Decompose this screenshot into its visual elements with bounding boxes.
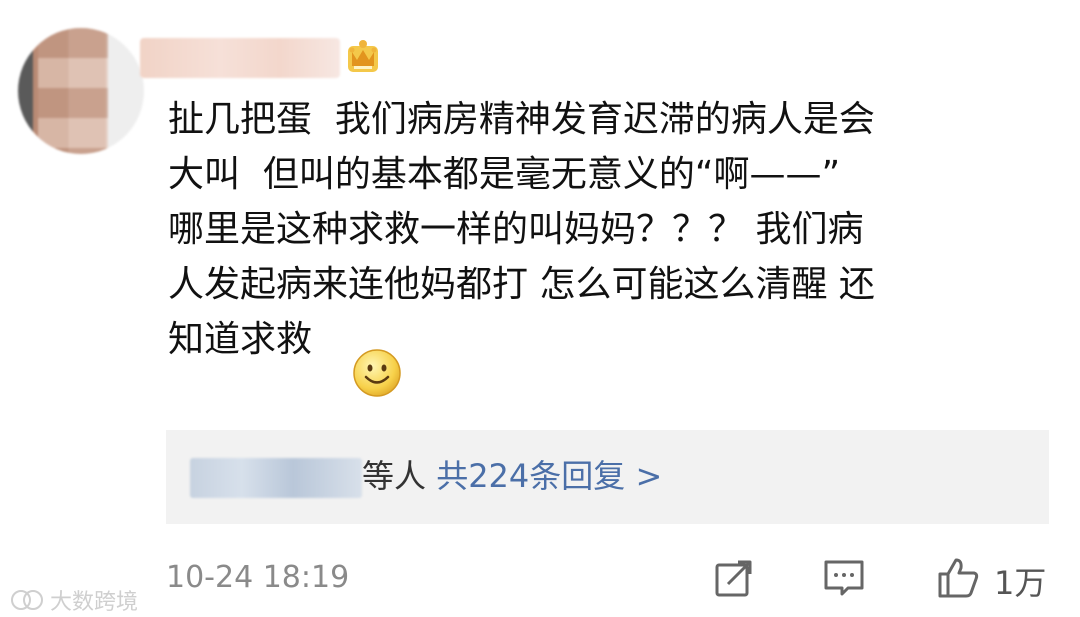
reply-count-text: 等人 共224条回复 > [362, 454, 662, 498]
avatar[interactable] [18, 28, 144, 154]
reply-summary[interactable]: 等人 共224条回复 > [166, 430, 1049, 524]
watermark-text: 大数跨境 [50, 590, 139, 615]
like-count: 1万 [994, 564, 1047, 602]
view-replies-link[interactable]: 共224条回复 > [436, 457, 662, 495]
crown-icon [348, 40, 378, 72]
share-icon[interactable] [712, 556, 756, 600]
smiley-icon [353, 349, 401, 397]
reply-usernames-blurred [190, 458, 362, 498]
watermark: 大数跨境 [10, 584, 138, 616]
timestamp: 10-24 18:19 [166, 560, 350, 595]
username-blurred[interactable] [140, 38, 340, 78]
reply-suffix: 等人 [362, 457, 427, 495]
thumbs-up-icon[interactable] [936, 556, 980, 600]
comment-icon[interactable] [822, 556, 866, 600]
watermark-logo-icon [11, 590, 43, 610]
comment-text: 扯几把蛋 我们病房精神发育迟滞的病人是会 大叫 但叫的基本都是毫无意义的“啊——… [168, 99, 875, 360]
